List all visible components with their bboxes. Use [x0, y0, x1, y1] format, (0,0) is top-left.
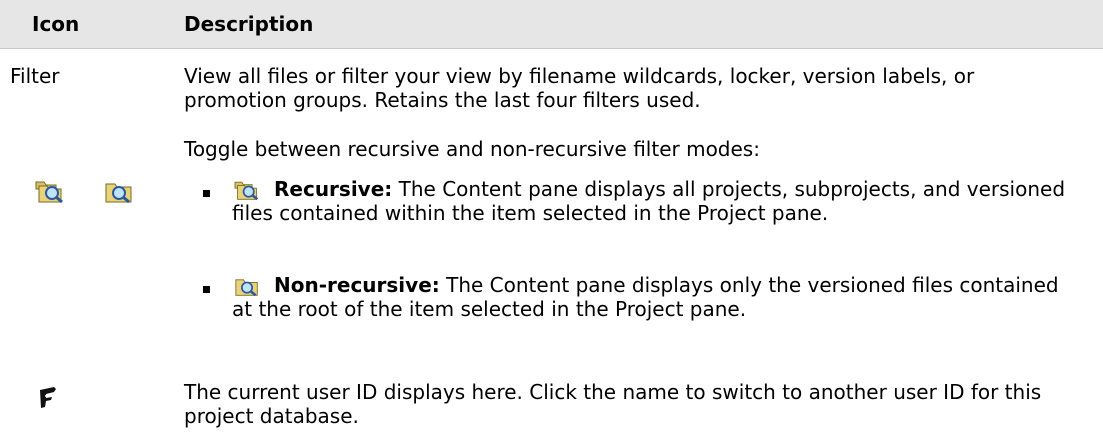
non-recursive-term: Non-recursive:: [274, 273, 440, 297]
bullet-marker: [203, 190, 210, 197]
filter-mode-description: Toggle between recursive and non-recursi…: [184, 137, 760, 161]
icon-description-table: Icon Description Filter View all files o…: [0, 0, 1103, 440]
table-row-user-id: The current user ID displays here. Click…: [0, 376, 1103, 440]
non-recursive-bullet-item: Non-recursive: The Content pane displays…: [232, 273, 1082, 321]
recursive-term: Recursive:: [274, 177, 393, 201]
non-recursive-filter-icon: [232, 273, 262, 297]
table-header: Icon Description: [0, 0, 1103, 49]
user-id-description: The current user ID displays here. Click…: [184, 380, 1042, 428]
recursive-bullet-item: Recursive: The Content pane displays all…: [232, 177, 1082, 225]
table-row-filter-mode: Toggle between recursive and non-recursi…: [0, 130, 1103, 330]
recursive-filter-icon: [34, 176, 66, 208]
user-id-icon: [36, 384, 60, 414]
non-recursive-filter-icon: [104, 176, 134, 208]
column-header-icon: Icon: [32, 12, 80, 36]
filter-description: View all files or filter your view by fi…: [184, 64, 975, 112]
table-row-filter: Filter View all files or filter your vie…: [0, 58, 1103, 128]
bullet-marker: [203, 286, 210, 293]
filter-label: Filter: [10, 64, 60, 88]
recursive-filter-icon: [232, 177, 262, 201]
column-header-description: Description: [184, 12, 314, 36]
